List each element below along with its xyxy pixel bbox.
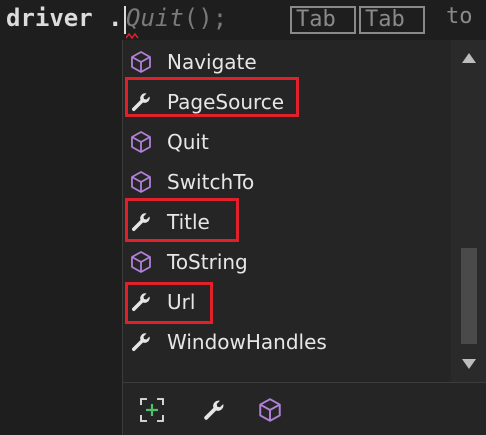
scrollbar[interactable]: [451, 40, 486, 382]
completion-item-label: ToString: [167, 250, 248, 274]
highlight-box-url: [125, 282, 213, 324]
scroll-down-arrow-icon[interactable]: [461, 358, 477, 370]
method-cube-icon: [131, 131, 151, 153]
error-squiggle-icon: [126, 32, 139, 40]
completion-item-quit[interactable]: Quit: [123, 122, 451, 162]
method-cube-icon: [131, 251, 151, 273]
property-wrench-icon: [131, 333, 150, 352]
scrollbar-thumb[interactable]: [461, 248, 477, 344]
highlight-box-pagesource: [125, 77, 299, 117]
code-dot: .: [108, 4, 123, 32]
completion-filter-bar: [123, 382, 486, 435]
method-cube-icon: [131, 51, 151, 73]
method-cube-icon: [131, 171, 151, 193]
completion-item-navigate[interactable]: Navigate: [123, 42, 451, 82]
completion-item-label: Quit: [167, 130, 209, 154]
completion-item-switchto[interactable]: SwitchTo: [123, 162, 451, 202]
completion-item-windowhandles[interactable]: WindowHandles: [123, 322, 451, 362]
completion-item-label: Navigate: [167, 50, 257, 74]
inline-suggestion-suffix: ();: [183, 4, 228, 32]
expand-filter-icon[interactable]: [139, 397, 165, 423]
highlight-box-title: [125, 198, 239, 242]
scroll-up-arrow-icon[interactable]: [461, 52, 477, 64]
inline-suggestion-member: Quit: [126, 4, 184, 32]
method-filter-cube-icon[interactable]: [257, 397, 283, 423]
completion-item-label: SwitchTo: [167, 170, 255, 194]
editor-code-line[interactable]: driver . Quit(); Tab Tab to: [0, 0, 486, 40]
completion-item-tostring[interactable]: ToString: [123, 242, 451, 282]
to-hint-text: to: [446, 4, 473, 29]
tab-accept-hint-1[interactable]: Tab: [290, 6, 356, 34]
completion-item-label: WindowHandles: [167, 330, 327, 354]
intellisense-popup: Navigate PageSource Quit SwitchTo Title …: [122, 40, 486, 435]
code-identifier: driver: [6, 4, 93, 32]
property-filter-wrench-icon[interactable]: [201, 397, 227, 423]
inline-suggestion: Quit();: [126, 4, 227, 32]
tab-accept-hint-2[interactable]: Tab: [359, 6, 425, 34]
